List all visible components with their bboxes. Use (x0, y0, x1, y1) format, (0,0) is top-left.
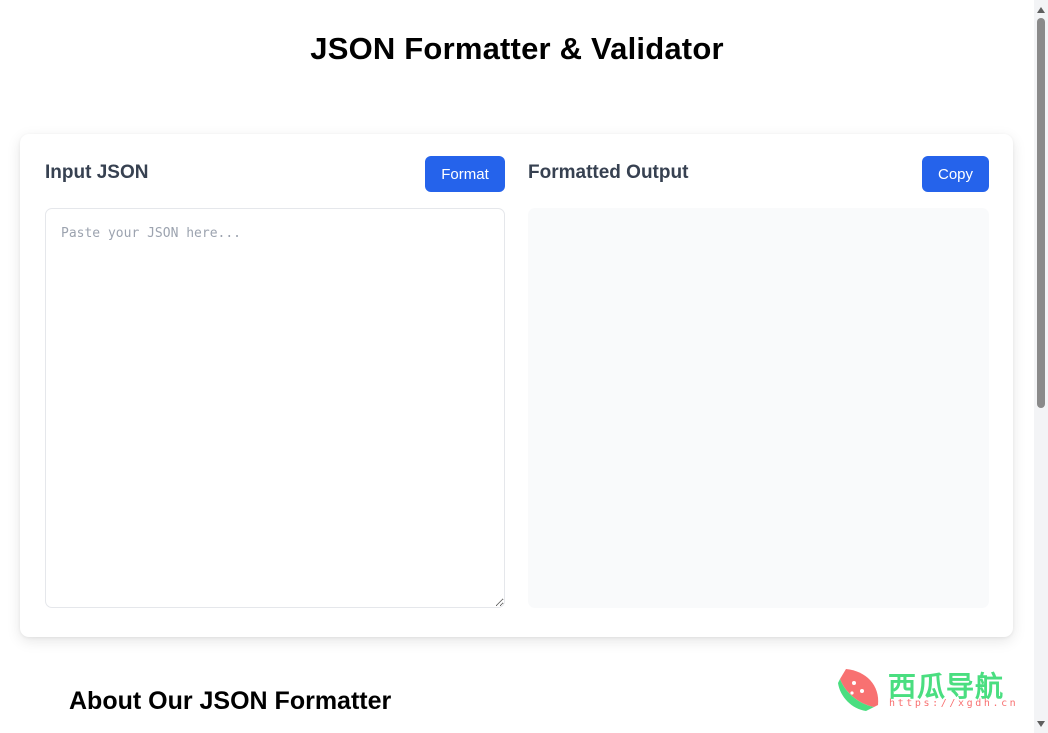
output-panel-label: Formatted Output (528, 162, 689, 183)
scrollbar-thumb[interactable] (1037, 18, 1045, 408)
copy-button[interactable]: Copy (922, 156, 989, 192)
about-section-title: About Our JSON Formatter (69, 687, 392, 715)
scroll-down-arrow-icon[interactable] (1037, 721, 1045, 727)
json-input-textarea[interactable] (45, 208, 505, 608)
scroll-up-arrow-icon[interactable] (1037, 7, 1045, 13)
watermark: 西瓜导航 https://xgdh.cn (836, 663, 1031, 713)
vertical-scrollbar[interactable] (1034, 0, 1048, 733)
format-button[interactable]: Format (425, 156, 505, 192)
page: JSON Formatter & Validator Input JSON Fo… (0, 0, 1034, 733)
watermelon-logo-icon (838, 669, 879, 711)
formatted-output-area[interactable] (528, 208, 989, 608)
watermark-url: https://xgdh.cn (889, 698, 1019, 709)
page-title: JSON Formatter & Validator (310, 31, 724, 66)
input-panel-label: Input JSON (45, 162, 149, 183)
formatter-card: Input JSON Format Formatted Output Copy (20, 134, 1013, 637)
